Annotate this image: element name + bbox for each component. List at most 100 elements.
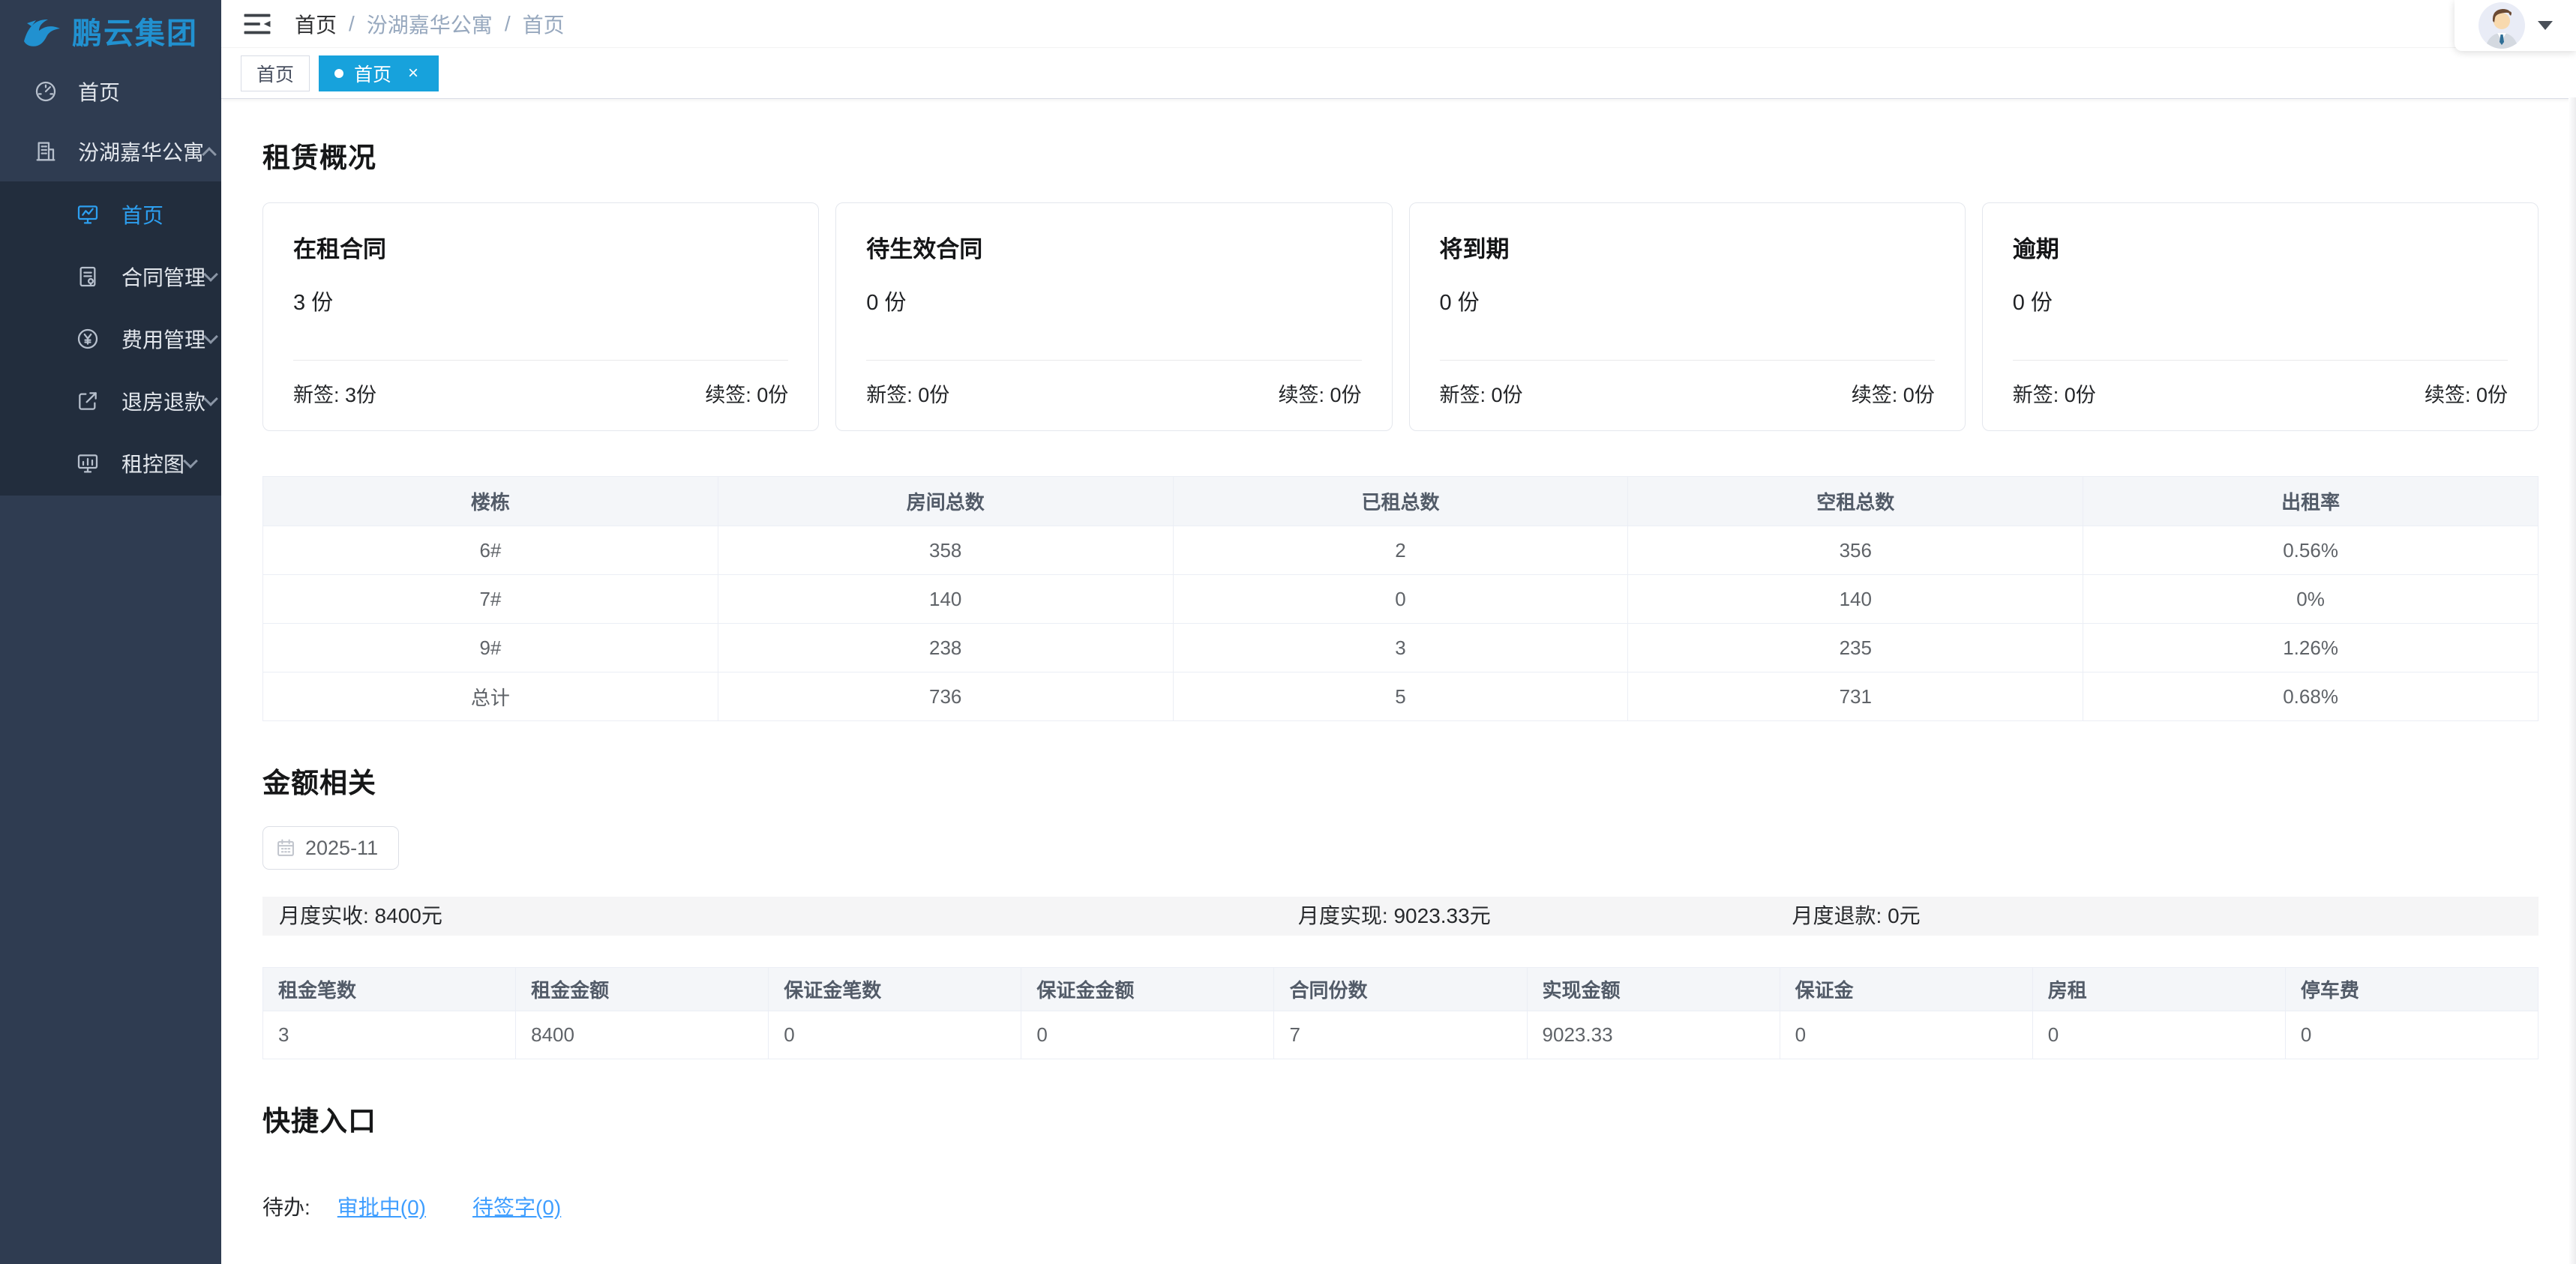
card-value: 0 份 bbox=[2013, 285, 2508, 316]
sidebar-subitem-fees[interactable]: 费用管理 bbox=[0, 307, 221, 370]
column-header: 已租总数 bbox=[1173, 477, 1628, 526]
sidebar-item-home[interactable]: 首页 bbox=[0, 61, 221, 121]
sidebar-item-label: 汾湖嘉华公寓 bbox=[78, 136, 204, 166]
table-row: 7# 140 0 140 0% bbox=[263, 575, 2539, 624]
cell: 6# bbox=[263, 526, 718, 575]
app-root: PENG YUN 鹏云集团 首页 汾湖嘉华公寓 bbox=[0, 0, 2576, 1264]
cell: 140 bbox=[1628, 575, 2083, 624]
sidebar-subitem-checkout[interactable]: 退房退款 bbox=[0, 370, 221, 432]
breadcrumb-separator: / bbox=[349, 12, 355, 36]
chevron-down-icon bbox=[183, 454, 198, 469]
scroll-edge bbox=[2569, 97, 2576, 1264]
sidebar-subitem-label: 费用管理 bbox=[121, 324, 205, 354]
cell: 总计 bbox=[263, 672, 718, 721]
user-menu[interactable] bbox=[2455, 0, 2576, 51]
column-header: 停车费 bbox=[2285, 968, 2538, 1011]
sidebar-submenu: 首页 合同管理 费用管理 bbox=[0, 181, 221, 496]
calendar-icon bbox=[275, 837, 296, 858]
card-title: 待生效合同 bbox=[866, 230, 1361, 264]
section-title-overview: 租赁概况 bbox=[262, 135, 2539, 175]
cell: 7# bbox=[263, 575, 718, 624]
cell: 2 bbox=[1173, 526, 1628, 575]
stat-card-pending-contracts: 待生效合同 0 份 新签: 0份 续签: 0份 bbox=[835, 202, 1392, 431]
building-icon bbox=[33, 139, 58, 164]
quick-row-todo: 待办: 审批中(0) 待签字(0) bbox=[262, 1191, 2539, 1221]
fee-yen-icon bbox=[75, 326, 100, 352]
tab-dot-icon bbox=[334, 69, 343, 78]
checkout-icon bbox=[75, 388, 100, 414]
chevron-up-icon bbox=[202, 147, 217, 162]
divider bbox=[2013, 360, 2508, 361]
rent-map-icon bbox=[75, 451, 100, 476]
cell: 9023.33 bbox=[1527, 1011, 1780, 1059]
link-awaiting-signature[interactable]: 待签字(0) bbox=[472, 1191, 561, 1221]
column-header: 保证金金额 bbox=[1021, 968, 1274, 1011]
cell: 8400 bbox=[516, 1011, 769, 1059]
sidebar-menu: 首页 汾湖嘉华公寓 首页 bbox=[0, 61, 221, 496]
stat-monthly-realized: 月度实现: 9023.33元 bbox=[1298, 897, 1491, 936]
building-occupancy-table: 楼栋 房间总数 已租总数 空租总数 出租率 6# 358 2 356 0.56% bbox=[262, 476, 2539, 721]
link-approval-pending[interactable]: 审批中(0) bbox=[337, 1191, 426, 1221]
cell: 0 bbox=[1173, 575, 1628, 624]
cell: 3 bbox=[1173, 624, 1628, 672]
cell: 0 bbox=[769, 1011, 1021, 1059]
amount-detail-table: 租金笔数 租金金额 保证金笔数 保证金金额 合同份数 实现金额 保证金 房租 停… bbox=[262, 967, 2539, 1059]
tab-home[interactable]: 首页 bbox=[241, 55, 310, 91]
month-picker[interactable]: 2025-11 bbox=[262, 826, 399, 870]
month-value: 2025-11 bbox=[305, 837, 378, 860]
menu-collapse-icon[interactable] bbox=[244, 11, 274, 37]
sidebar-subitem-label: 合同管理 bbox=[121, 262, 205, 292]
column-header: 楼栋 bbox=[263, 477, 718, 526]
cell: 731 bbox=[1628, 672, 2083, 721]
overview-cards: 在租合同 3 份 新签: 3份 续签: 0份 待生效合同 0 份 新签: 0份 … bbox=[262, 202, 2539, 431]
column-header: 租金笔数 bbox=[263, 968, 516, 1011]
sidebar-subitem-contracts[interactable]: 合同管理 bbox=[0, 245, 221, 307]
breadcrumb-item-org: 汾湖嘉华公寓 bbox=[367, 9, 493, 39]
stat-card-overdue: 逾期 0 份 新签: 0份 续签: 0份 bbox=[1982, 202, 2539, 431]
stat-card-expiring: 将到期 0 份 新签: 0份 续签: 0份 bbox=[1409, 202, 1966, 431]
column-header: 合同份数 bbox=[1274, 968, 1527, 1011]
avatar bbox=[2478, 1, 2526, 49]
breadcrumb-separator: / bbox=[505, 12, 511, 36]
card-renewed: 续签: 0份 bbox=[705, 379, 788, 408]
close-icon[interactable] bbox=[403, 64, 423, 83]
table-row: 6# 358 2 356 0.56% bbox=[263, 526, 2539, 575]
stat-monthly-refund: 月度退款: 0元 bbox=[1792, 897, 1921, 936]
sidebar-item-org[interactable]: 汾湖嘉华公寓 bbox=[0, 121, 221, 181]
tab-home-active[interactable]: 首页 bbox=[319, 55, 439, 91]
monitor-chart-icon bbox=[75, 202, 100, 227]
sidebar-subitem-rentmap[interactable]: 租控图 bbox=[0, 432, 221, 494]
cell: 9# bbox=[263, 624, 718, 672]
sidebar-subitem-label: 租控图 bbox=[121, 448, 185, 478]
breadcrumb-item-home[interactable]: 首页 bbox=[295, 9, 337, 39]
table-header-row: 租金笔数 租金金额 保证金笔数 保证金金额 合同份数 实现金额 保证金 房租 停… bbox=[263, 968, 2539, 1011]
card-value: 0 份 bbox=[866, 285, 1361, 316]
card-new-signed: 新签: 0份 bbox=[866, 379, 949, 408]
card-new-signed: 新签: 3份 bbox=[293, 379, 376, 408]
card-value: 0 份 bbox=[1440, 285, 1935, 316]
cell: 0.56% bbox=[2083, 526, 2539, 575]
card-renewed: 续签: 0份 bbox=[2425, 379, 2508, 408]
page-content: 租赁概况 在租合同 3 份 新签: 3份 续签: 0份 待生效合同 0 份 bbox=[221, 99, 2576, 1264]
chevron-down-icon bbox=[203, 267, 218, 282]
tab-label: 首页 bbox=[354, 60, 391, 87]
card-renewed: 续签: 0份 bbox=[1852, 379, 1935, 408]
column-header: 房间总数 bbox=[718, 477, 1173, 526]
table-row-total: 总计 736 5 731 0.68% bbox=[263, 672, 2539, 721]
logo-brand: 鹏云集团 bbox=[72, 9, 198, 52]
sidebar-subitem-label: 首页 bbox=[121, 199, 196, 229]
sidebar-subitem-home[interactable]: 首页 bbox=[0, 183, 221, 245]
cell: 0% bbox=[2083, 575, 2539, 624]
dashboard-icon bbox=[33, 79, 58, 104]
main-area: 首页 / 汾湖嘉华公寓 / 首页 bbox=[221, 0, 2576, 1264]
contract-icon bbox=[75, 264, 100, 289]
logo[interactable]: PENG YUN 鹏云集团 bbox=[0, 0, 221, 61]
card-new-signed: 新签: 0份 bbox=[2013, 379, 2096, 408]
breadcrumb: 首页 / 汾湖嘉华公寓 / 首页 bbox=[295, 9, 565, 39]
column-header: 房租 bbox=[2032, 968, 2285, 1011]
section-title-amount: 金额相关 bbox=[262, 760, 2539, 801]
cell: 3 bbox=[263, 1011, 516, 1059]
divider bbox=[1440, 360, 1935, 361]
card-new-signed: 新签: 0份 bbox=[1440, 379, 1523, 408]
logo-bird-icon bbox=[19, 13, 66, 52]
